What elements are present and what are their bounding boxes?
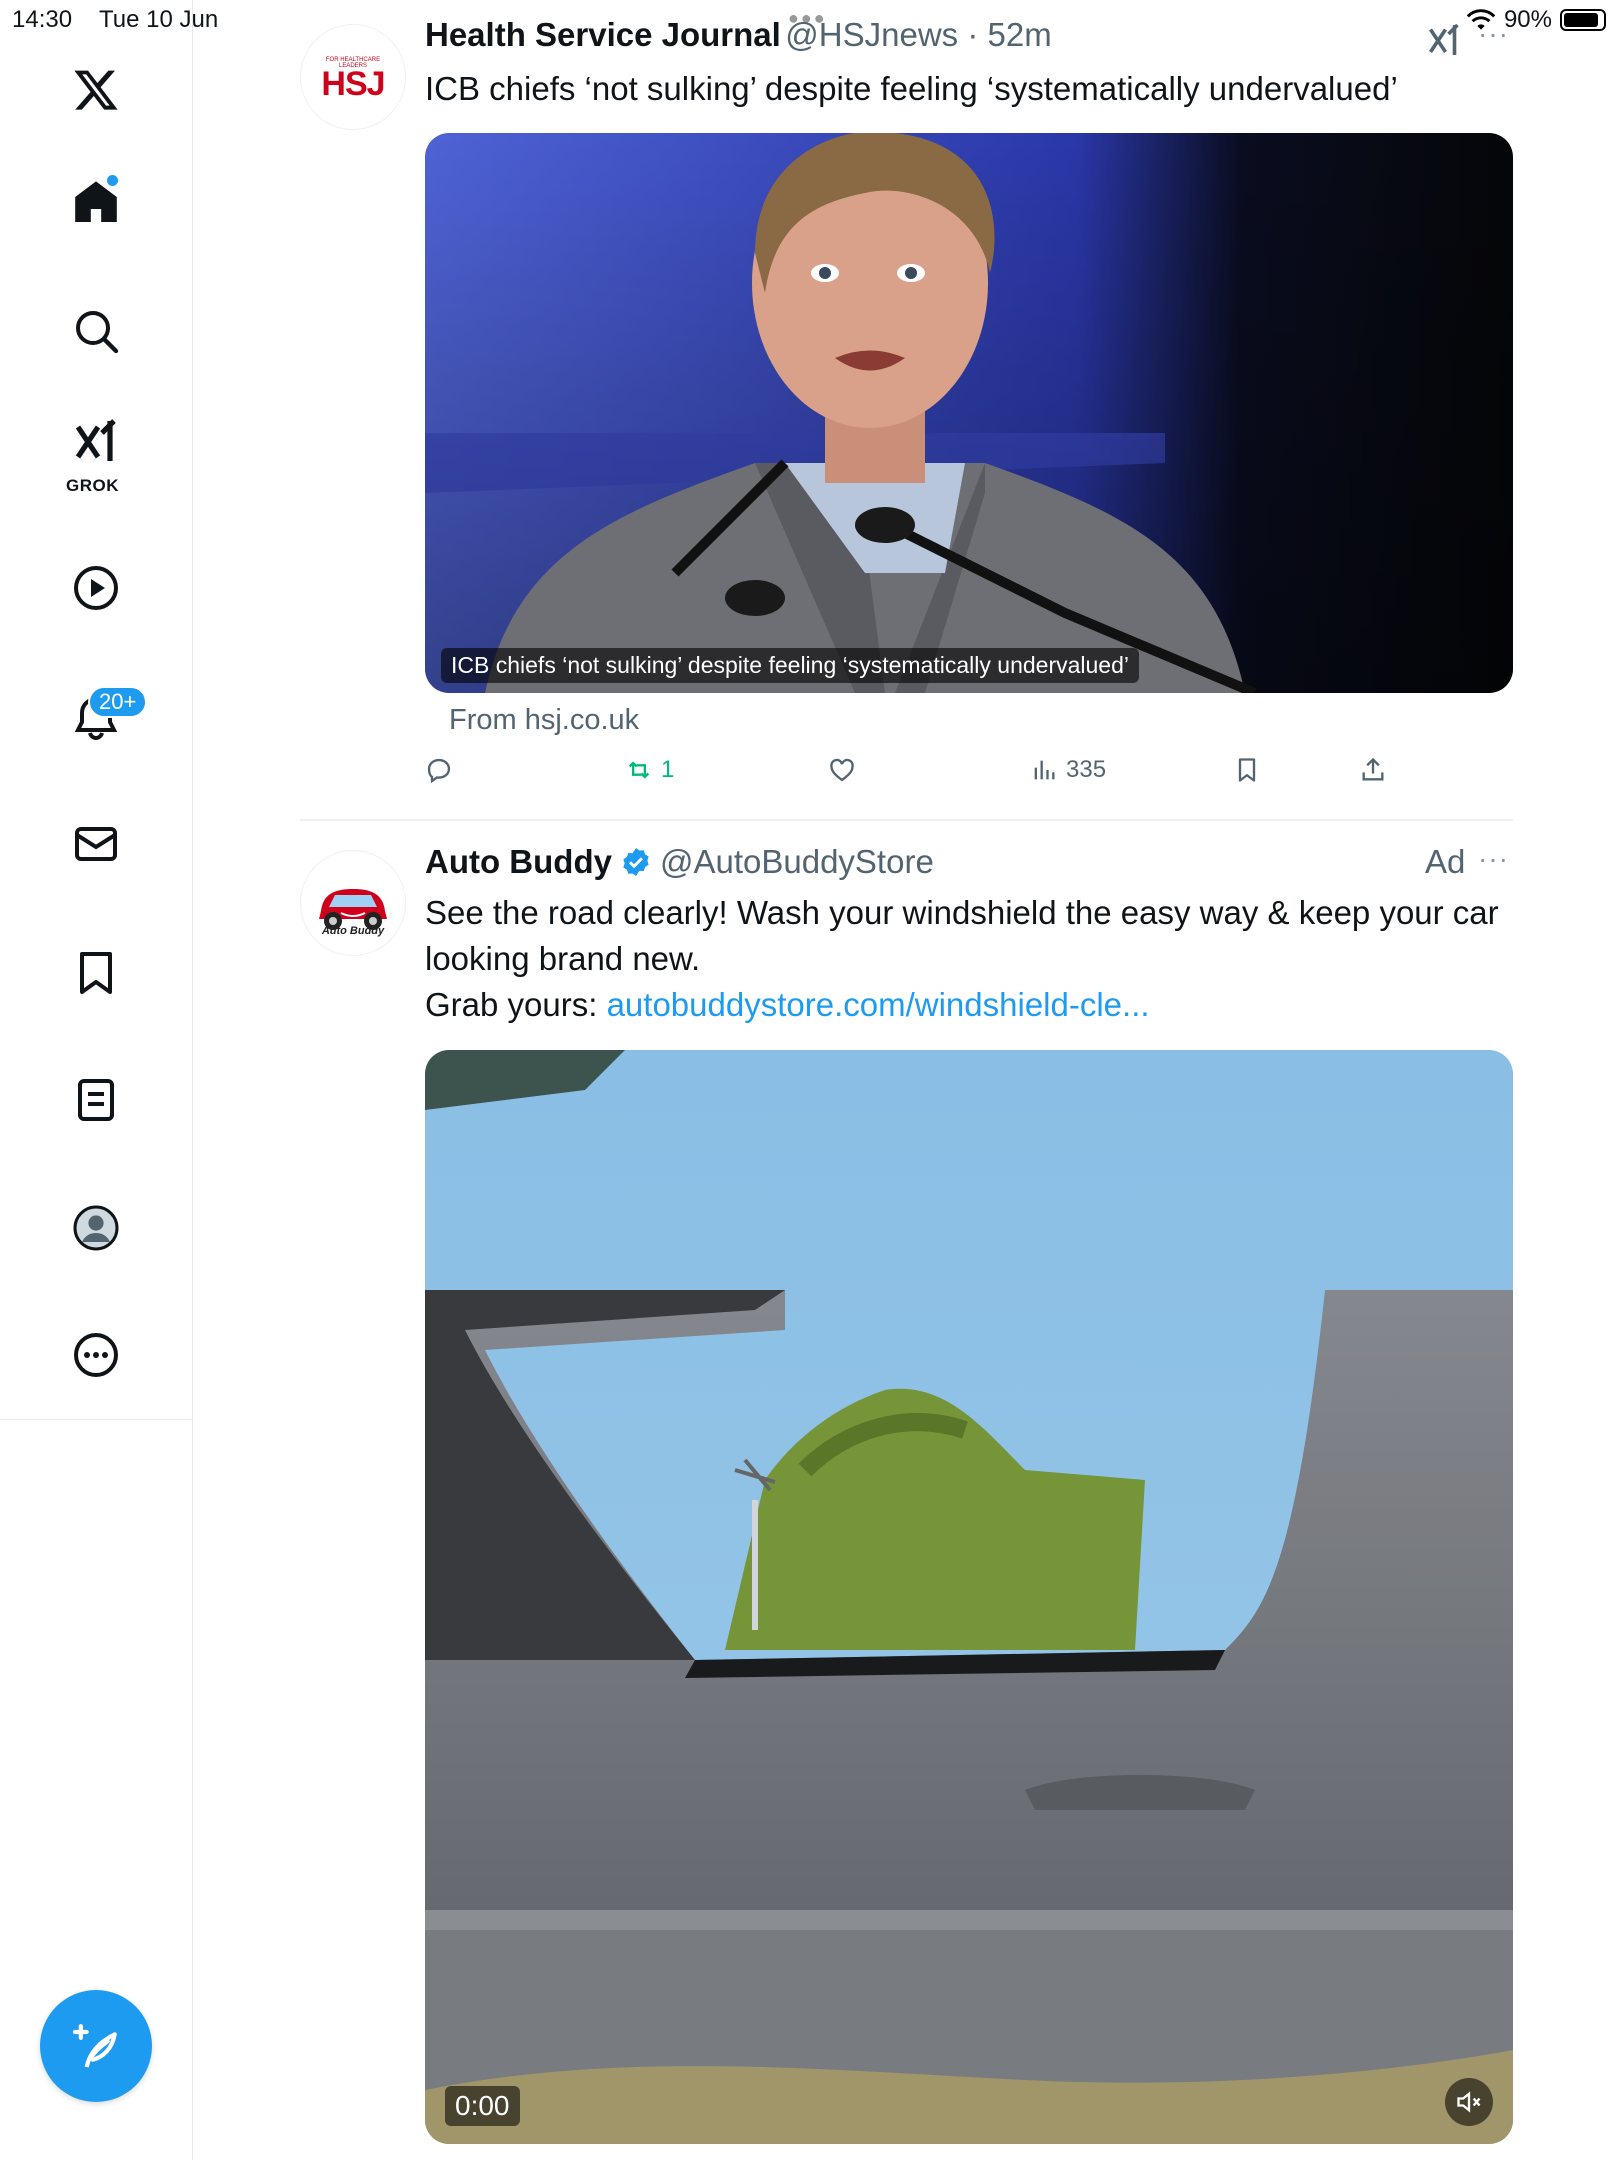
views-icon — [1034, 760, 1055, 780]
author-handle[interactable]: @HSJnews — [785, 16, 958, 53]
share-button[interactable] — [1359, 756, 1387, 784]
ad-video[interactable]: 0:00 — [425, 1050, 1513, 2144]
battery-icon — [1560, 9, 1606, 31]
sidebar-item-messages[interactable] — [56, 804, 136, 884]
home-unread-dot — [107, 175, 118, 186]
views-count: 335 — [1066, 756, 1107, 783]
red-car-logo — [319, 889, 387, 930]
grok-label: GROK — [66, 476, 119, 495]
card-source[interactable]: From hsj.co.uk — [449, 704, 639, 737]
like-button[interactable] — [828, 756, 864, 784]
avatar-icon — [73, 1205, 119, 1251]
sidebar-divider — [0, 1419, 192, 1420]
x-logo-icon[interactable] — [56, 50, 136, 130]
autobuddy-logo-text: Auto Buddy — [321, 925, 385, 937]
sidebar: GROK 20+ — [0, 0, 193, 2160]
ad-label: Ad — [1425, 843, 1466, 880]
sidebar-item-home[interactable] — [56, 162, 136, 242]
sidebar-item-explore[interactable] — [56, 291, 136, 371]
grok-tweet-icon[interactable] — [1426, 22, 1462, 63]
search-icon — [76, 311, 119, 354]
share-icon — [1362, 757, 1384, 781]
bookmark-icon — [80, 952, 112, 994]
speaker-muted-icon — [1457, 2091, 1481, 2113]
bookmark-button[interactable] — [1233, 756, 1261, 784]
play-icon — [74, 566, 118, 610]
bookmark-icon — [1238, 758, 1256, 782]
verified-badge-icon — [623, 848, 649, 876]
tweet-more-icon[interactable]: ··· — [1478, 843, 1509, 875]
reply-icon — [427, 758, 451, 784]
sidebar-item-profile[interactable] — [56, 1188, 136, 1268]
retweet-count: 1 — [661, 756, 675, 783]
author-handle[interactable]: @AutoBuddyStore — [660, 843, 934, 881]
battery-percent: 90% — [1503, 6, 1552, 33]
tweet-text: ICB chiefs ‘not sulking’ despite feeling… — [425, 70, 1398, 107]
views-button[interactable]: 335 — [1030, 756, 1106, 784]
reply-button[interactable] — [425, 756, 461, 784]
link-card-image[interactable]: ICB chiefs ‘not sulking’ despite feeling… — [425, 133, 1513, 693]
compose-button[interactable] — [40, 1990, 152, 2102]
sidebar-item-grok[interactable] — [56, 413, 136, 469]
hsj-logo: HSJ — [321, 65, 385, 103]
sidebar-item-more[interactable] — [56, 1315, 136, 1395]
sidebar-item-lists[interactable] — [56, 1060, 136, 1140]
sidebar-item-bookmarks[interactable] — [56, 933, 136, 1013]
status-date: Tue 10 Jun — [99, 6, 219, 33]
video-timestamp: 0:00 — [445, 2086, 520, 2126]
sidebar-item-videos[interactable] — [56, 548, 136, 628]
grok-icon — [75, 419, 116, 461]
sunroof-video-frame — [425, 1050, 1513, 2144]
autobuddy-avatar[interactable]: Auto Buddy — [300, 850, 406, 956]
status-time: 14:30 — [12, 6, 73, 33]
tweet-divider — [300, 819, 1513, 821]
mail-icon — [75, 827, 117, 861]
tweet-header: Health Service Journal @HSJnews · 52m — [425, 16, 1052, 53]
hsj-avatar[interactable]: FOR HEALTHCARE LEADERS HSJ — [300, 24, 406, 130]
card-caption: ICB chiefs ‘not sulking’ despite feeling… — [441, 648, 1139, 683]
tweet-header-ad: Auto Buddy @AutoBuddyStore — [425, 843, 934, 881]
more-icon — [74, 1333, 118, 1377]
retweet-icon — [628, 761, 650, 779]
author-name[interactable]: Health Service Journal — [425, 16, 781, 53]
list-icon — [78, 1079, 114, 1121]
heart-icon — [830, 758, 854, 782]
notifications-badge: 20+ — [88, 686, 148, 718]
mute-button[interactable] — [1445, 2078, 1493, 2126]
ad-text: See the road clearly! Wash your windshie… — [425, 894, 1499, 977]
tweet-actions: 1 335 — [425, 756, 1513, 796]
speaker-photo — [425, 133, 1513, 693]
tweet-text: See the road clearly! Wash your windshie… — [425, 890, 1515, 1028]
tweet-more-icon[interactable]: ··· — [1478, 18, 1509, 50]
retweet-button[interactable]: 1 — [625, 756, 674, 784]
ad-link[interactable]: autobuddystore.com/windshield-cle... — [607, 986, 1150, 1023]
author-name[interactable]: Auto Buddy — [425, 843, 612, 881]
compose-feather-icon — [72, 2024, 117, 2068]
grab-prefix: Grab yours: — [425, 986, 607, 1023]
tweet-time[interactable]: 52m — [988, 16, 1052, 53]
